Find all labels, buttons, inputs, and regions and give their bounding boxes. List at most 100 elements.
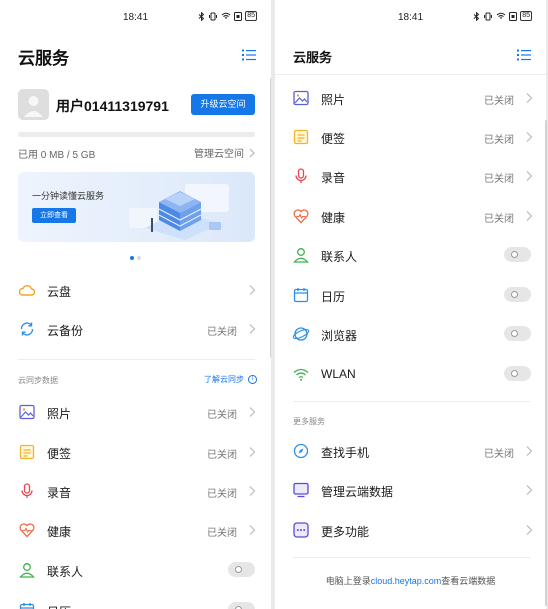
chevron-right-icon [249, 525, 256, 535]
storage-usage-text: 已用 0 MB / 5 GB [18, 150, 96, 161]
row-status: 已关闭 [207, 489, 237, 500]
toggle-knob [511, 291, 518, 298]
battery-level: 85 [245, 11, 257, 21]
row-label: 便签 [47, 447, 72, 461]
note-icon [19, 444, 35, 460]
microphone-icon [295, 168, 307, 183]
row-status: 已关闭 [207, 450, 237, 461]
page-title: 云服务 [18, 49, 69, 68]
chevron-right-icon [526, 211, 533, 221]
row-photos[interactable]: 照片 已关闭 [275, 78, 546, 118]
row-recordings[interactable]: 录音 已关闭 [275, 156, 546, 196]
chevron-right-icon [249, 324, 256, 334]
row-cloud-backup[interactable]: 云备份 已关闭 [0, 309, 271, 349]
row-label: WLAN [321, 367, 356, 381]
vibrate-icon [484, 12, 493, 20]
row-photos[interactable]: 照片 已关闭 [0, 392, 271, 432]
user-account-row[interactable]: 用户01411319791 升级云空间 [18, 89, 255, 121]
wlan-sync-toggle[interactable] [504, 366, 531, 381]
row-notes[interactable]: 便签 已关闭 [275, 117, 546, 157]
list-menu-icon[interactable] [516, 47, 532, 63]
promo-banner[interactable]: 一分钟读懂云服务 立即查看 [18, 172, 255, 242]
row-label: 录音 [47, 486, 72, 500]
row-calendar[interactable]: 日历 [0, 590, 271, 609]
row-label: 查找手机 [321, 446, 370, 460]
avatar[interactable] [18, 89, 49, 120]
heart-icon [19, 523, 35, 538]
row-wlan[interactable]: WLAN [275, 354, 546, 394]
browser-sync-toggle[interactable] [504, 326, 531, 341]
list-menu-icon[interactable] [241, 47, 257, 63]
wifi-status-icon [221, 12, 231, 19]
row-label: 健康 [47, 525, 72, 539]
manage-storage-link[interactable]: 管理云空间 [194, 145, 255, 160]
default-avatar-icon [24, 96, 43, 117]
find-phone-icon [293, 443, 309, 459]
row-label: 照片 [47, 407, 72, 421]
chevron-right-icon [249, 486, 256, 496]
more-icon [293, 522, 309, 538]
contacts-sync-toggle[interactable] [504, 247, 531, 262]
contact-icon [293, 248, 309, 263]
row-label: 日历 [47, 603, 71, 609]
cloud-service-main-screen: 18:41 85 云服务 用户01411319791 升级云空间 已用 0 MB… [0, 0, 271, 609]
row-label: 联系人 [47, 565, 84, 579]
row-label: 联系人 [321, 250, 358, 264]
row-contacts[interactable]: 联系人 [0, 550, 271, 590]
row-status: 已关闭 [484, 96, 514, 107]
chevron-right-icon [526, 171, 533, 181]
calendar-sync-toggle[interactable] [228, 602, 255, 609]
carousel-dot [137, 256, 141, 260]
section-divider [293, 557, 530, 558]
row-manage-cloud-data[interactable]: 管理云端数据 [275, 470, 546, 510]
info-icon: i [248, 375, 257, 384]
vibrate-icon [209, 12, 218, 20]
manage-storage-label: 管理云空间 [194, 149, 244, 160]
row-browser[interactable]: 浏览器 [275, 314, 546, 354]
row-find-phone[interactable]: 查找手机 已关闭 [275, 431, 546, 471]
footer-prefix: 电脑上登录 [325, 576, 371, 586]
banner-text: 一分钟读懂云服务 [32, 191, 105, 201]
status-bar: 18:41 85 [0, 0, 271, 36]
row-contacts[interactable]: 联系人 [275, 235, 546, 275]
bluetooth-icon [473, 11, 480, 21]
row-notes[interactable]: 便签 已关闭 [0, 432, 271, 472]
note-icon [293, 129, 309, 145]
row-more-features[interactable]: 更多功能 [275, 510, 546, 550]
bluetooth-icon [198, 11, 205, 21]
carousel-dot-active [130, 256, 134, 260]
toggle-knob [511, 330, 518, 337]
chevron-right-icon [249, 447, 256, 457]
more-services-label: 更多服务 [293, 417, 325, 426]
cloud-icon [18, 285, 36, 296]
row-calendar[interactable]: 日历 [275, 275, 546, 315]
header-divider [275, 74, 546, 75]
scrollbar[interactable] [545, 120, 547, 606]
sync-section-label: 云同步数据 [18, 376, 58, 385]
row-health[interactable]: 健康 已关闭 [0, 510, 271, 550]
banner-view-button[interactable]: 立即查看 [32, 208, 76, 223]
chevron-right-icon [249, 148, 255, 157]
cloud-website-link[interactable]: cloud.heytap.com [371, 576, 442, 586]
upgrade-storage-button[interactable]: 升级云空间 [191, 94, 255, 115]
photo-icon [293, 90, 309, 106]
microphone-icon [21, 483, 33, 498]
row-recordings[interactable]: 录音 已关闭 [0, 471, 271, 511]
learn-sync-label: 了解云同步 [204, 375, 244, 384]
carousel-indicator [0, 256, 271, 260]
calendar-sync-toggle[interactable] [504, 287, 531, 302]
cloud-server-illustration [129, 184, 229, 240]
row-label: 录音 [321, 171, 346, 185]
wifi-icon [293, 368, 309, 381]
learn-sync-link[interactable]: 了解云同步 i [204, 374, 257, 385]
chevron-right-icon [526, 132, 533, 142]
scrollbar[interactable] [270, 78, 271, 358]
contact-icon [19, 563, 35, 578]
row-label: 更多功能 [321, 525, 370, 539]
cloud-service-scrolled-screen: 18:41 85 云服务 照片 已关闭 便签 已关闭 录音 已关闭 健康 已关闭… [275, 0, 546, 609]
calendar-icon [293, 288, 309, 303]
contacts-sync-toggle[interactable] [228, 562, 255, 577]
row-health[interactable]: 健康 已关闭 [275, 196, 546, 236]
row-cloud-drive[interactable]: 云盘 [0, 270, 271, 310]
backup-icon [20, 322, 34, 336]
